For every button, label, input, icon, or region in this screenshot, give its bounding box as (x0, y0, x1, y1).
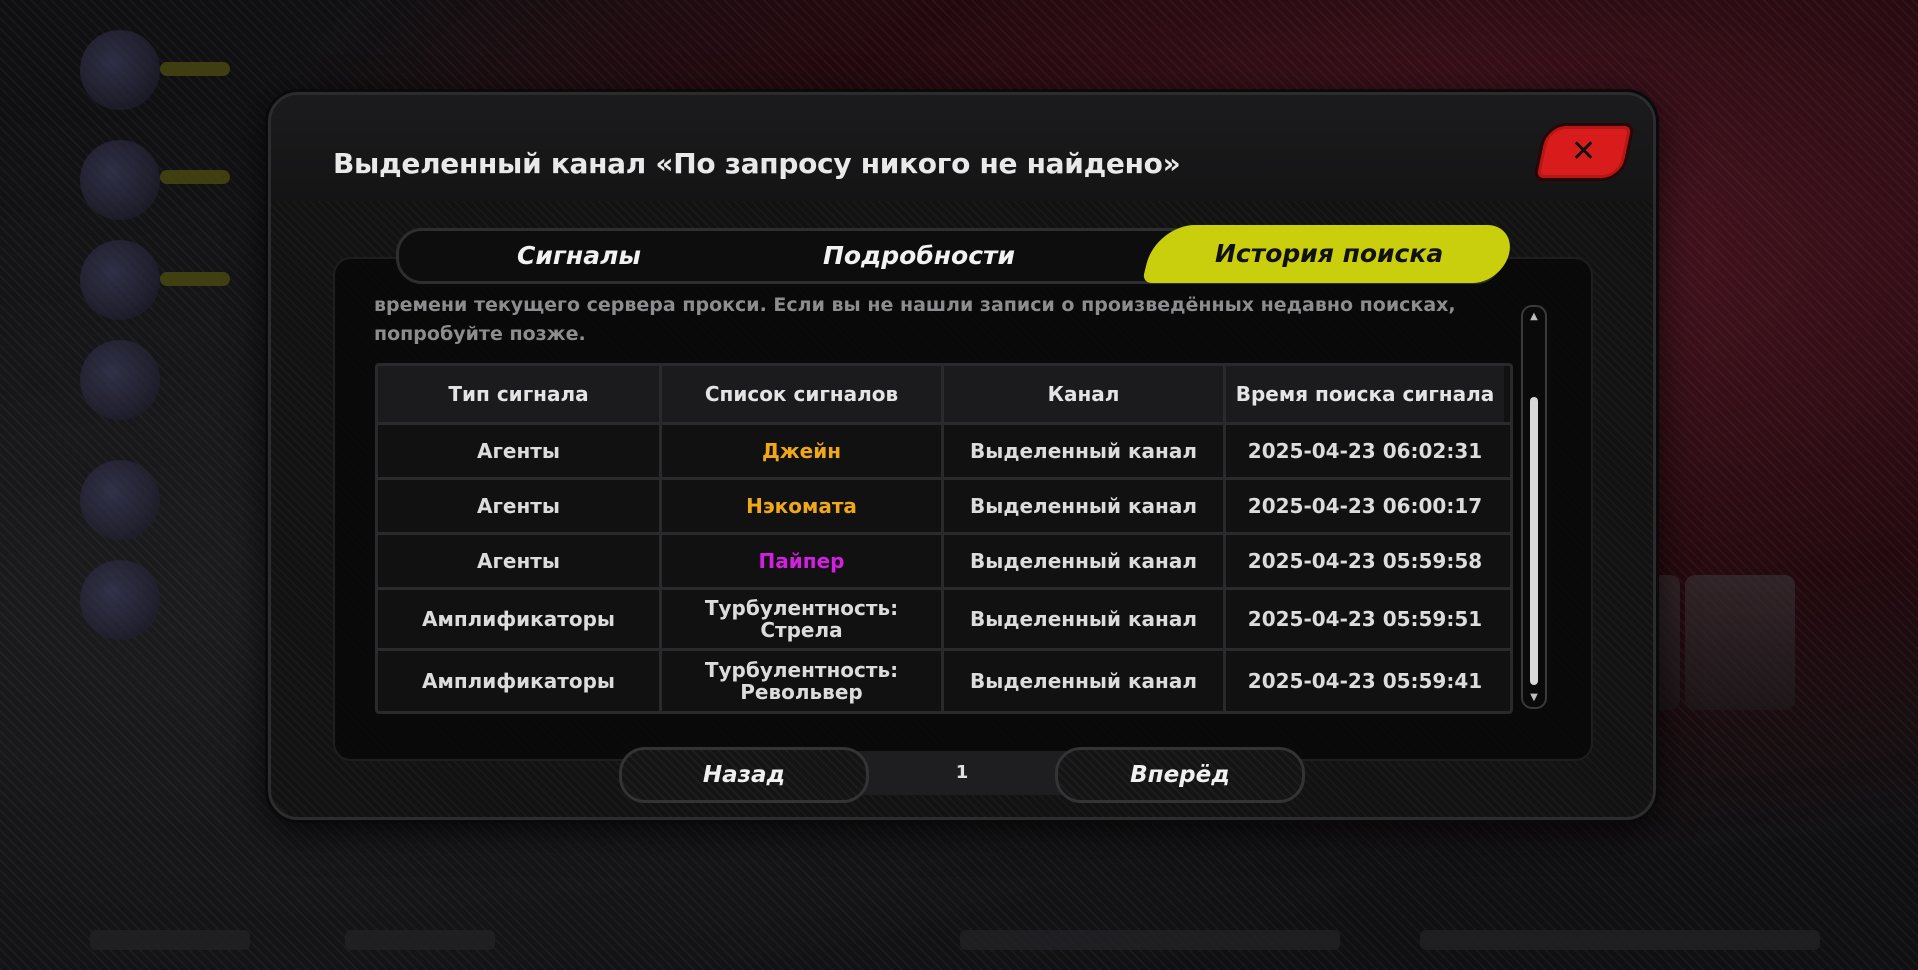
table-row: Амплификаторы Турбулентность: Револьвер … (378, 648, 1510, 711)
signal-type-cell: Амплификаторы (422, 607, 615, 631)
table-row: Агенты Пайпер Выделенный канал 2025-04-2… (378, 532, 1510, 587)
channel-cell: Выделенный канал (941, 651, 1223, 711)
time-cell: 2025-04-23 05:59:51 (1223, 590, 1504, 648)
search-history-table: Тип сигнала Список сигналов Канал Время … (375, 363, 1513, 714)
table-header-row: Тип сигнала Список сигналов Канал Время … (378, 366, 1510, 422)
signal-type-cell: Агенты (477, 494, 560, 518)
scroll-up-icon[interactable]: ▲ (1523, 311, 1545, 322)
channel-cell: Выделенный канал (941, 535, 1223, 587)
signal-name-cell: Пайпер (659, 535, 941, 587)
channel-cell: Выделенный канал (941, 425, 1223, 477)
tab-search-history-label: История поиска (1214, 239, 1444, 268)
prev-page-button[interactable]: Назад (619, 747, 869, 803)
bg-thumb (1685, 575, 1795, 710)
time-cell: 2025-04-23 06:02:31 (1223, 425, 1504, 477)
scrollbar-thumb[interactable] (1530, 397, 1538, 685)
history-description: времени текущего сервера прокси. Если вы… (374, 294, 1456, 345)
bg-avatar (80, 560, 160, 640)
bg-bottom-item (90, 930, 250, 950)
table-row: Амплификаторы Турбулентность: Стрела Выд… (378, 587, 1510, 648)
table-scrollbar[interactable]: ▲ ▼ (1521, 305, 1547, 709)
bg-avatar (80, 30, 160, 110)
channel-cell: Выделенный канал (941, 590, 1223, 648)
bg-bottom-item (960, 930, 1340, 950)
bg-avatar (80, 240, 160, 320)
next-page-button[interactable]: Вперёд (1055, 747, 1305, 803)
dialog-title: Выделенный канал «По запросу никого не н… (333, 147, 1181, 180)
close-icon: ✕ (1571, 134, 1597, 169)
tab-signals[interactable]: Сигналы (409, 231, 749, 281)
channel-dialog: Выделенный канал «По запросу никого не н… (268, 92, 1656, 820)
header-search-time: Время поиска сигнала (1223, 366, 1504, 422)
time-cell: 2025-04-23 05:59:58 (1223, 535, 1504, 587)
signal-name-cell: Турбулентность: Стрела (659, 590, 941, 648)
close-button[interactable]: ✕ (1532, 123, 1636, 181)
bg-bar (160, 62, 230, 76)
time-cell: 2025-04-23 05:59:41 (1223, 651, 1504, 711)
signal-name-cell: Нэкомата (659, 480, 941, 532)
pagination: Назад 1 Вперёд (619, 747, 1305, 803)
bg-bar (160, 170, 230, 184)
tab-search-history[interactable]: История поиска (1141, 225, 1517, 283)
header-signal-list: Список сигналов (659, 366, 941, 422)
tab-details[interactable]: Подробности (749, 231, 1089, 281)
time-cell: 2025-04-23 06:00:17 (1223, 480, 1504, 532)
bg-bar (160, 272, 230, 286)
bg-avatar (80, 140, 160, 220)
signal-name-cell: Джейн (659, 425, 941, 477)
page-number: 1 (955, 762, 969, 783)
scroll-down-icon[interactable]: ▼ (1523, 692, 1545, 703)
header-signal-type: Тип сигнала (378, 366, 659, 422)
table-row: Агенты Нэкомата Выделенный канал 2025-04… (378, 477, 1510, 532)
header-channel: Канал (941, 366, 1223, 422)
game-screen: Выделенный канал «По запросу никого не н… (0, 0, 1918, 970)
signal-type-cell: Агенты (477, 549, 560, 573)
bg-avatar (80, 460, 160, 540)
tab-bar: Сигналы Подробности История поиска (396, 225, 1517, 284)
bg-avatar (80, 340, 160, 420)
channel-cell: Выделенный канал (941, 480, 1223, 532)
signal-type-cell: Агенты (477, 439, 560, 463)
signal-type-cell: Амплификаторы (422, 669, 615, 693)
bg-bottom-item (1420, 930, 1820, 950)
bg-bottom-item (345, 930, 495, 950)
signal-name-cell: Турбулентность: Револьвер (659, 651, 941, 711)
table-row: Агенты Джейн Выделенный канал 2025-04-23… (378, 422, 1510, 477)
